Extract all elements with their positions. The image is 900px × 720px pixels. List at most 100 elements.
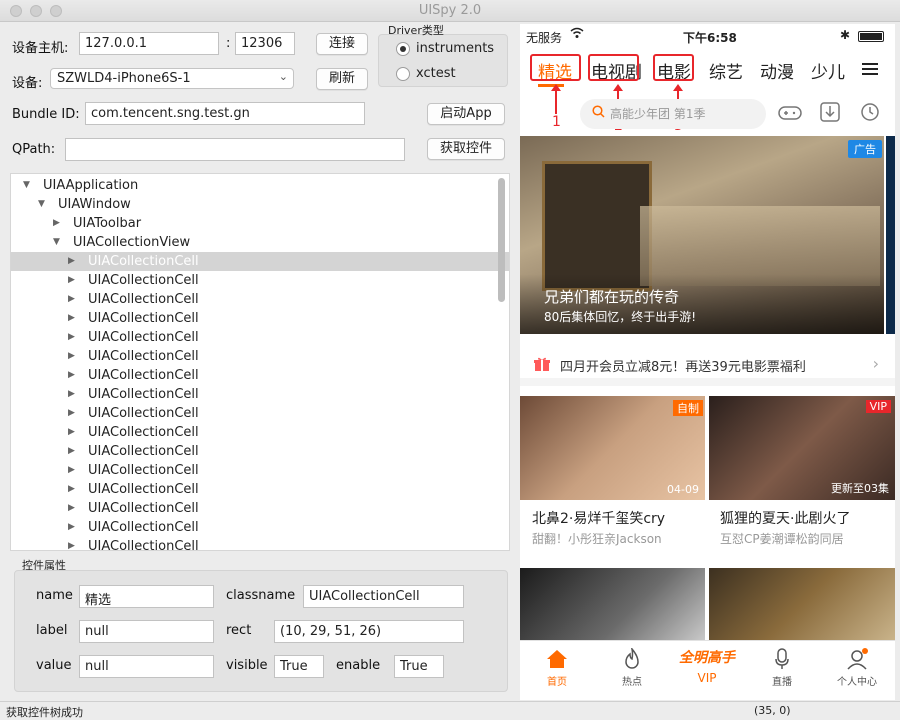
tree-node[interactable]: ▶ UIACollectionCell [11,461,509,480]
driver-radio-xctest[interactable]: xctest [396,66,456,81]
tree-node[interactable]: ▶ UIACollectionCell [11,347,509,366]
tree-node[interactable]: ▶ UIACollectionCell [11,404,509,423]
tab-variety[interactable]: 综艺 [709,58,743,83]
bundle-id-input[interactable]: com.tencent.sng.test.gn [85,102,365,125]
prop-name-value[interactable]: 精选 [79,585,214,608]
video-card-image[interactable]: VIP 更新至03集 [709,396,895,500]
ios-status-bar: 无服务 下午6:58 ✱ [520,24,895,48]
ad-badge: 广告 [848,140,882,158]
tree-node[interactable]: ▶ UIACollectionCell [11,309,509,328]
tree-node[interactable]: ▶ UIACollectionCell [11,499,509,518]
collapsed-triangle-icon[interactable]: ▶ [68,252,75,271]
video-card-image[interactable]: 自制 04-09 [520,396,705,500]
device-select-value: SZWLD4-iPhone6S-1 [57,71,191,86]
prop-value-value[interactable]: null [79,655,214,678]
tree-node[interactable]: ▶ UIACollectionCell [11,518,509,537]
tab-hot[interactable]: 热点 [602,645,662,688]
tree-node[interactable]: ▶ UIACollectionCell [11,480,509,499]
tree-node[interactable]: ▶ UIACollectionCell [11,442,509,461]
tree-node[interactable]: ▶ UIACollectionCell [11,328,509,347]
expanded-triangle-icon[interactable]: ▼ [38,195,45,214]
collapsed-triangle-icon[interactable]: ▶ [68,366,75,385]
tree-node[interactable]: ▼ UIACollectionView [11,233,509,252]
collapsed-triangle-icon[interactable]: ▶ [68,404,75,423]
get-controls-button[interactable]: 获取控件 [427,138,505,160]
port-input[interactable]: 12306 [235,32,295,55]
prop-label-label: label [36,623,68,638]
annotation-box-3 [653,54,694,81]
collapsed-triangle-icon[interactable]: ▶ [68,328,75,347]
driver-radio-instruments[interactable]: instruments [396,41,494,56]
collapsed-triangle-icon[interactable]: ▶ [68,423,75,442]
card-title[interactable]: 狐狸的夏天·此剧火了 [720,508,850,528]
connect-button[interactable]: 连接 [316,33,368,55]
annotation-box-1 [530,54,581,81]
menu-icon[interactable] [862,62,878,80]
tree-node[interactable]: ▼ UIAWindow [11,195,509,214]
control-tree[interactable]: ▼ UIAApplication ▼ UIAWindow ▶ UIAToolbar ▼ UIA… [10,173,510,551]
search-bar[interactable]: 高能少年团 第1季 [580,99,766,129]
qpath-input[interactable] [65,138,405,161]
video-card-image[interactable] [709,568,895,640]
tree-node[interactable]: ▼ UIAApplication [11,176,509,195]
chevron-right-icon: › [872,354,879,373]
tab-kids[interactable]: 少儿 [811,58,845,83]
microphone-icon [752,645,812,673]
tab-vip[interactable]: 全明高手 VIP [677,643,737,685]
history-icon[interactable] [860,102,880,126]
device-screen[interactable]: 无服务 下午6:58 ✱ 精选 电视剧 电影 综艺 动漫 少儿 1 2 3 高能… [520,24,895,700]
promo-row[interactable]: 四月开会员立减8元！再送39元电影票福利 › [520,346,895,386]
ad-banner[interactable]: 广告 兄弟们都在玩的传奇 80后集体回忆，终于出手游! [520,136,884,334]
prop-visible-value[interactable]: True [274,655,324,678]
promo-text: 四月开会员立减8元！再送39元电影票福利 [560,360,806,375]
collapsed-triangle-icon[interactable]: ▶ [68,442,75,461]
tree-node[interactable]: ▶ UIACollectionCell [11,271,509,290]
prop-classname-value[interactable]: UIACollectionCell [303,585,464,608]
tree-node[interactable]: ▶ UIACollectionCell [11,252,509,271]
expanded-triangle-icon[interactable]: ▼ [53,233,60,252]
tree-node[interactable]: ▶ UIAToolbar [11,214,509,233]
collapsed-triangle-icon[interactable]: ▶ [68,480,75,499]
collapsed-triangle-icon[interactable]: ▶ [68,309,75,328]
prop-rect-value[interactable]: (10, 29, 51, 26) [274,620,464,643]
collapsed-triangle-icon[interactable]: ▶ [68,537,75,550]
collapsed-triangle-icon[interactable]: ▶ [68,461,75,480]
tab-label: VIP [697,671,717,685]
gamepad-icon[interactable] [778,104,802,126]
expanded-triangle-icon[interactable]: ▼ [23,176,30,195]
status-message: 获取控件树成功 [6,706,83,719]
collapsed-triangle-icon[interactable]: ▶ [68,290,75,309]
device-select[interactable]: SZWLD4-iPhone6S-1 ⌄ [50,68,294,89]
tab-home[interactable]: 首页 [527,645,587,688]
refresh-button[interactable]: 刷新 [316,68,368,90]
status-coords: (35, 0) [754,704,791,717]
tree-node-label: UIACollectionCell [88,254,199,269]
collapsed-triangle-icon[interactable]: ▶ [68,347,75,366]
download-icon[interactable] [820,102,840,126]
host-input[interactable]: 127.0.0.1 [79,32,219,55]
collapsed-triangle-icon[interactable]: ▶ [68,385,75,404]
tree-scrollbar[interactable] [498,178,505,302]
tree-node[interactable]: ▶ UIACollectionCell [11,290,509,309]
tab-profile[interactable]: 个人中心 [827,645,887,688]
collapsed-triangle-icon[interactable]: ▶ [68,518,75,537]
collapsed-triangle-icon[interactable]: ▶ [53,214,60,233]
tab-anime[interactable]: 动漫 [760,58,794,83]
video-card-image[interactable] [520,568,705,640]
prop-enable-value[interactable]: True [394,655,444,678]
tab-live[interactable]: 直播 [752,645,812,688]
tree-node[interactable]: ▶ UIACollectionCell [11,537,509,550]
collapsed-triangle-icon[interactable]: ▶ [68,499,75,518]
vip-badge: VIP [865,400,891,413]
tree-node[interactable]: ▶ UIACollectionCell [11,385,509,404]
collapsed-triangle-icon[interactable]: ▶ [68,271,75,290]
launch-app-button[interactable]: 启动App [427,103,505,125]
tree-node-label: UIACollectionView [73,235,191,250]
carrier-text: 无服务 [526,31,563,45]
card-title[interactable]: 北鼻2·易烊千玺笑cry [532,508,665,528]
tree-node[interactable]: ▶ UIACollectionCell [11,366,509,385]
tree-node-label: UIACollectionCell [88,463,199,478]
radio-unselected-icon [396,66,410,81]
tree-node[interactable]: ▶ UIACollectionCell [11,423,509,442]
prop-label-value[interactable]: null [79,620,214,643]
